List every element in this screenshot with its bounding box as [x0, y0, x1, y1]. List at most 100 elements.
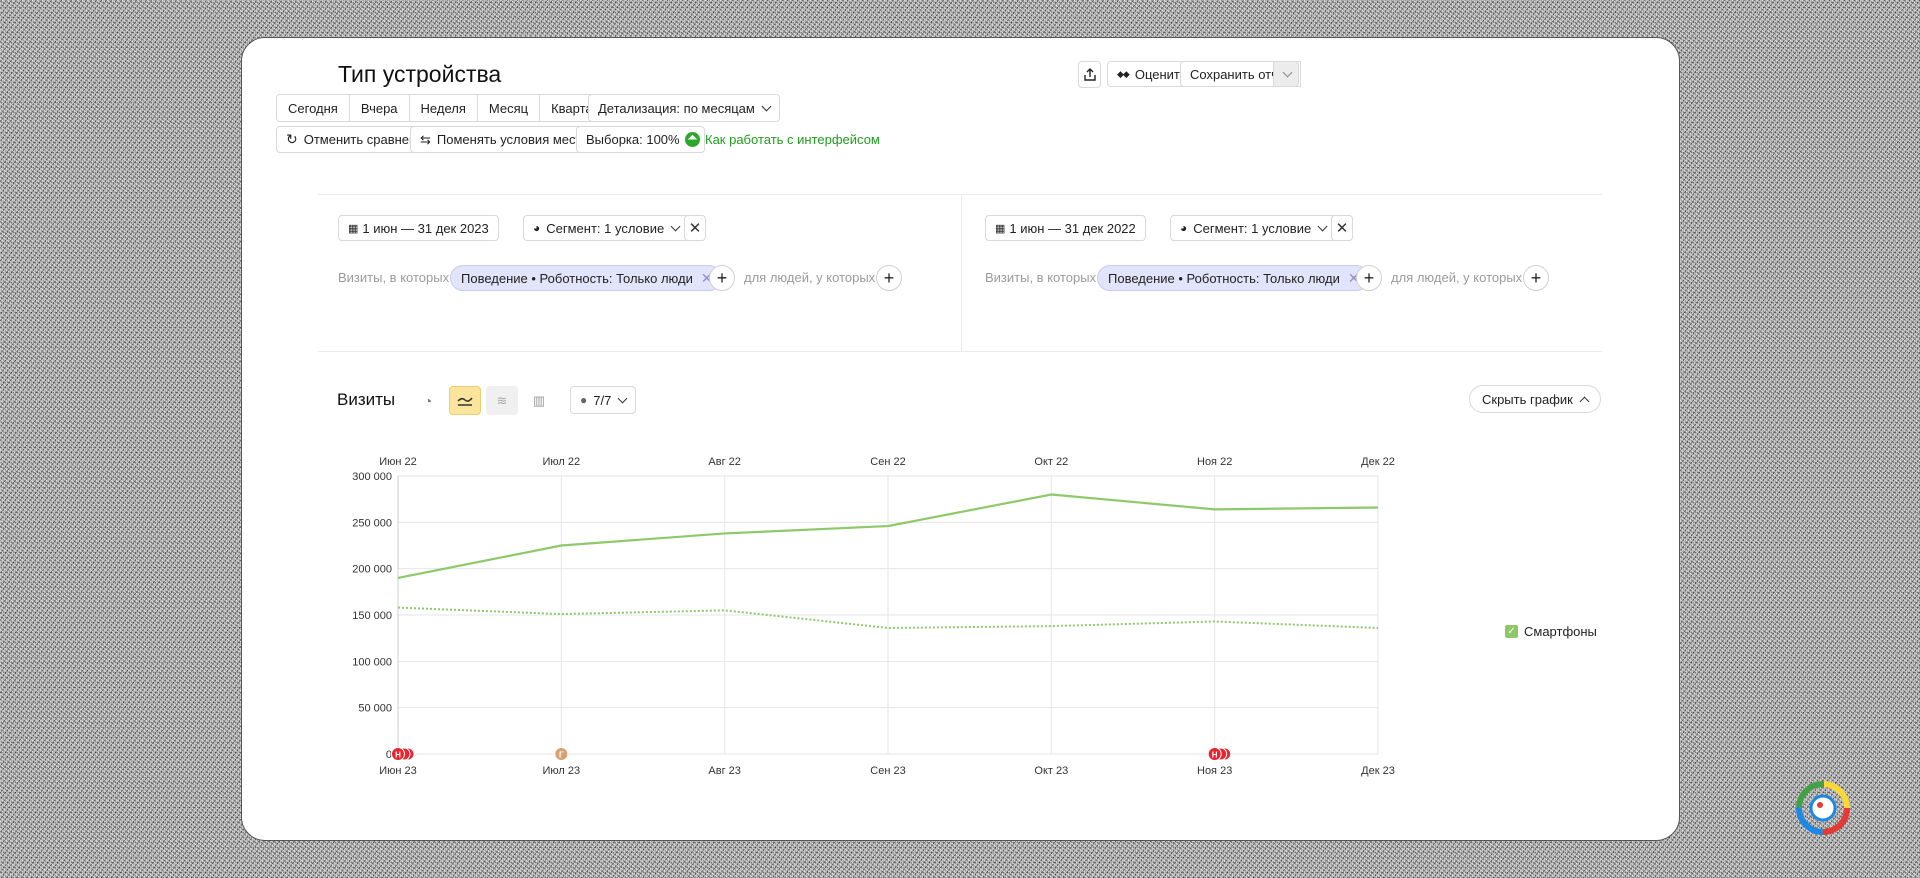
- annotation-label: Г: [559, 751, 564, 760]
- comment-icon: ●: [580, 393, 588, 407]
- legend-label: Смартфоны: [1524, 624, 1597, 639]
- series-selector[interactable]: ● 7/7: [570, 386, 637, 414]
- save-options-dropdown[interactable]: [1273, 61, 1299, 87]
- period-option[interactable]: Месяц: [477, 95, 541, 121]
- annotation-label: Н: [395, 751, 401, 760]
- date-range-right-label: 1 июн — 31 дек 2022: [1009, 220, 1136, 236]
- detail-label: Детализация: по месяцам: [598, 100, 755, 116]
- swap-icon: ⇆: [420, 131, 431, 147]
- close-icon: ✕: [688, 220, 702, 237]
- divider-bottom: [318, 351, 1602, 352]
- period-option[interactable]: Неделя: [409, 95, 478, 121]
- series-count-label: 7/7: [593, 392, 612, 408]
- plus-icon: +: [716, 268, 728, 288]
- plus-icon: +: [883, 268, 895, 288]
- x-tick-label-bottom: Окт 23: [1034, 765, 1068, 777]
- period-option[interactable]: Сегодня: [277, 95, 350, 121]
- share-button[interactable]: [1078, 61, 1101, 88]
- x-tick-label-bottom: Июн 23: [379, 765, 417, 777]
- x-tick-label-bottom: Ноя 23: [1197, 765, 1232, 777]
- chart-type-bar-button[interactable]: ▥: [523, 386, 555, 415]
- chevron-down-icon: [617, 393, 628, 403]
- brand-logo-icon: [1796, 781, 1850, 835]
- filter-chip-left[interactable]: Поведение • Роботность: Только люди ✕: [450, 265, 722, 291]
- page-title: Тип устройства: [338, 61, 502, 87]
- chevron-down-icon: [670, 221, 681, 231]
- x-tick-label-bottom: Июл 23: [543, 765, 581, 777]
- filter-chip-left-label: Поведение • Роботность: Только люди: [461, 270, 693, 286]
- x-tick-label-top: Сен 22: [870, 456, 905, 468]
- rate-label: Оценить: [1134, 66, 1187, 82]
- add-people-condition-left-button[interactable]: +: [876, 265, 902, 291]
- y-tick-label: 200 000: [352, 564, 392, 576]
- filter-chip-right-label: Поведение • Роботность: Только люди: [1108, 270, 1340, 286]
- chevron-down-icon: [1317, 221, 1328, 231]
- chevron-down-icon: [1282, 67, 1292, 77]
- area-chart-icon: ≋: [496, 392, 508, 408]
- chevron-up-icon: [1579, 396, 1590, 406]
- hide-chart-label: Скрыть график: [1482, 391, 1573, 407]
- visits-line-chart: 050 000100 000150 000200 000250 000300 0…: [352, 456, 1395, 777]
- close-icon: ✕: [1335, 220, 1349, 237]
- rate-icon: ◆◆: [1117, 68, 1130, 79]
- pie-icon: ◕: [1180, 221, 1188, 235]
- visits-label-left: Визиты, в которых: [338, 270, 450, 285]
- date-range-left-label: 1 июн — 31 дек 2023: [362, 220, 489, 236]
- line-chart-icon: [457, 397, 473, 406]
- y-tick-label: 150 000: [352, 610, 392, 622]
- segment-right-dropdown[interactable]: ◕ Сегмент: 1 условие: [1170, 215, 1337, 241]
- segment-left-dropdown[interactable]: ◕ Сегмент: 1 условие: [523, 215, 690, 241]
- x-tick-label-top: Окт 22: [1034, 456, 1068, 468]
- sample-label: Выборка: 100%: [586, 132, 680, 147]
- pie-chart-icon: ◔: [423, 392, 433, 409]
- hide-chart-button[interactable]: Скрыть график: [1469, 385, 1601, 413]
- divider-top: [318, 194, 1602, 195]
- x-tick-label-bottom: Авг 23: [708, 765, 740, 777]
- chart-title: Визиты: [337, 390, 396, 409]
- y-tick-label: 100 000: [352, 656, 392, 668]
- chart-type-area-button[interactable]: ≋: [486, 386, 518, 415]
- x-tick-label-top: Июл 22: [543, 456, 581, 468]
- segment-right-label: Сегмент: 1 условие: [1193, 220, 1312, 236]
- people-label-right: для людей, у которых: [1391, 270, 1523, 285]
- y-tick-label: 250 000: [352, 517, 392, 529]
- checkbox-icon[interactable]: ✓: [1505, 625, 1518, 638]
- chart-type-line-button[interactable]: [449, 386, 481, 415]
- detail-dropdown[interactable]: Детализация: по месяцам: [588, 94, 780, 122]
- y-tick-label: 300 000: [352, 471, 392, 483]
- plus-icon: +: [1530, 268, 1542, 288]
- divider-vertical: [961, 194, 962, 351]
- pie-icon: ◕: [533, 221, 541, 235]
- chevron-down-icon: [761, 101, 772, 111]
- x-tick-label-top: Июн 22: [379, 456, 417, 468]
- help-link[interactable]: Как работать с интерфейсом: [685, 132, 880, 147]
- annotation-label: Н: [1212, 751, 1218, 760]
- remove-segment-left-button[interactable]: ✕: [684, 215, 706, 241]
- date-range-left[interactable]: ▦ 1 июн — 31 дек 2023: [338, 215, 499, 241]
- segment-left-label: Сегмент: 1 условие: [546, 220, 665, 236]
- calendar-icon: ▦: [348, 222, 359, 235]
- date-range-right[interactable]: ▦ 1 июн — 31 дек 2022: [985, 215, 1146, 241]
- filter-chip-right[interactable]: Поведение • Роботность: Только люди ✕: [1097, 265, 1369, 291]
- chart-legend[interactable]: ✓ Смартфоны: [1505, 624, 1597, 639]
- add-visit-condition-left-button[interactable]: +: [709, 265, 735, 291]
- y-tick-label: 50 000: [358, 703, 392, 715]
- bar-chart-icon: ▥: [532, 392, 546, 408]
- x-tick-label-top: Авг 22: [708, 456, 740, 468]
- remove-segment-right-button[interactable]: ✕: [1331, 215, 1353, 241]
- help-link-label: Как работать с интерфейсом: [705, 132, 880, 147]
- x-tick-label-bottom: Дек 23: [1361, 765, 1395, 777]
- period-option[interactable]: Вчера: [349, 95, 410, 121]
- people-label-left: для людей, у которых: [744, 270, 876, 285]
- calendar-icon: ▦: [995, 222, 1006, 235]
- upload-icon: [1083, 67, 1096, 81]
- x-tick-label-bottom: Сен 23: [870, 765, 905, 777]
- plus-icon: +: [1363, 268, 1375, 288]
- add-people-condition-right-button[interactable]: +: [1523, 265, 1549, 291]
- chart-type-pie-button[interactable]: ◔: [412, 386, 444, 415]
- undo-icon: ↻: [286, 131, 298, 147]
- x-tick-label-top: Дек 22: [1361, 456, 1395, 468]
- add-visit-condition-right-button[interactable]: +: [1356, 265, 1382, 291]
- compass-icon: [685, 132, 700, 147]
- visits-label-right: Визиты, в которых: [985, 270, 1097, 285]
